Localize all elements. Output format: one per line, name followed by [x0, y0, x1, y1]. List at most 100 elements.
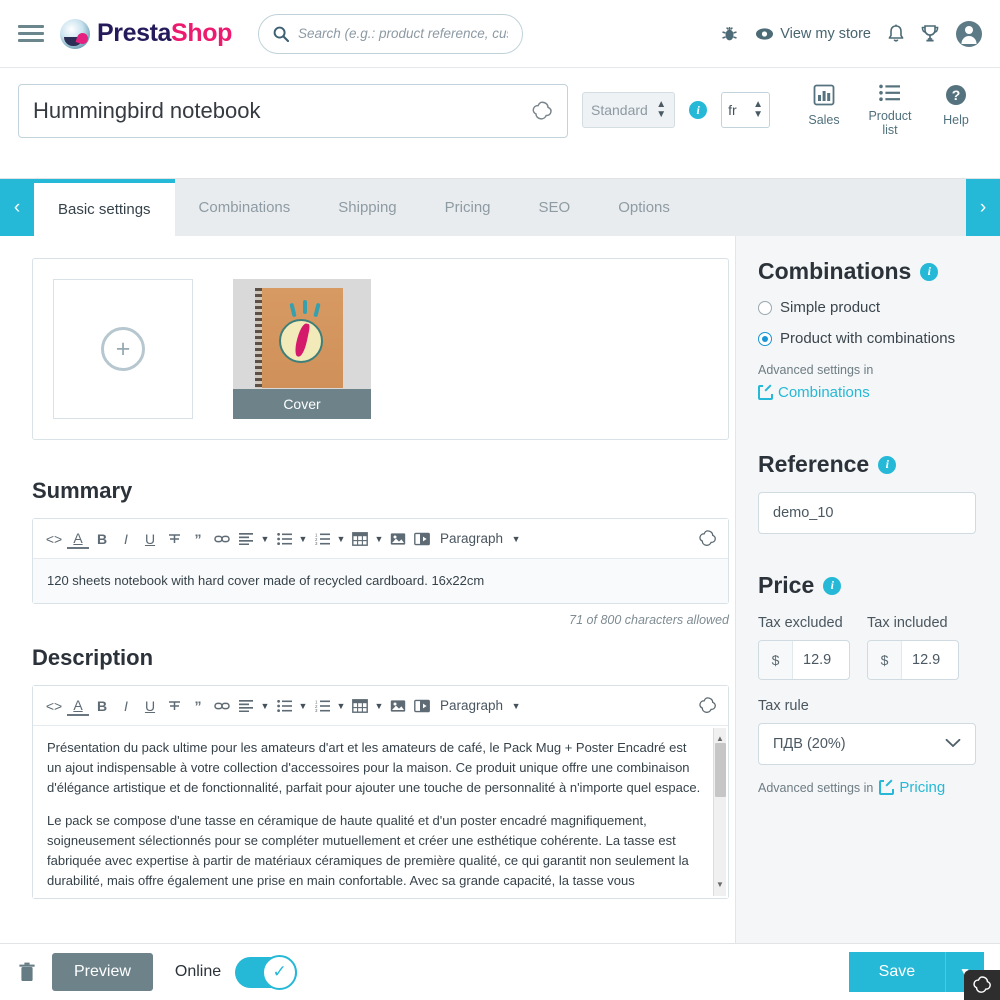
bell-icon[interactable] [888, 24, 904, 43]
video-icon[interactable] [411, 693, 433, 719]
paragraph-format-select[interactable]: Paragraph [435, 526, 508, 552]
save-button[interactable]: Save [848, 952, 946, 992]
chevron-down-icon[interactable]: ▼ [510, 693, 522, 719]
chevron-down-icon[interactable]: ▼ [297, 693, 309, 719]
source-code-icon[interactable]: <> [43, 693, 65, 719]
preview-button[interactable]: Preview [52, 953, 153, 991]
scrollbar-thumb[interactable] [715, 743, 726, 797]
chevron-down-icon[interactable]: ▼ [373, 526, 385, 552]
tax-included-input[interactable]: $ 12.9 [867, 640, 959, 680]
radio-simple-product-input[interactable] [758, 300, 772, 315]
trash-icon[interactable] [16, 960, 38, 984]
radio-product-with-combinations-input[interactable] [758, 331, 772, 346]
add-image-button[interactable]: + [53, 279, 193, 419]
product-name-input[interactable]: Hummingbird notebook [18, 84, 568, 138]
sparkle-icon[interactable] [696, 526, 718, 552]
bullet-list-icon[interactable] [273, 526, 295, 552]
tax-excluded-label: Tax excluded [758, 615, 843, 631]
video-icon[interactable] [411, 526, 433, 552]
underline-icon[interactable]: U [139, 693, 161, 719]
tax-rule-select[interactable]: ПДВ (20%) [758, 723, 976, 765]
tabs-prev-button[interactable]: ‹ [0, 179, 34, 236]
sparkle-icon[interactable] [696, 693, 718, 719]
link-icon[interactable] [211, 693, 233, 719]
numbered-list-icon[interactable]: 123 [311, 693, 333, 719]
numbered-list-icon[interactable]: 123 [311, 526, 333, 552]
tab-seo[interactable]: SEO [515, 179, 595, 236]
tab-combinations[interactable]: Combinations [175, 179, 315, 236]
bold-icon[interactable]: B [91, 526, 113, 552]
chevron-down-icon[interactable]: ▼ [510, 526, 522, 552]
tab-pricing[interactable]: Pricing [421, 179, 515, 236]
strikethrough-icon[interactable] [163, 526, 185, 552]
combinations-link[interactable]: Combinations [758, 383, 870, 401]
image-icon[interactable] [387, 526, 409, 552]
chevron-down-icon[interactable]: ▼ [373, 693, 385, 719]
chevron-down-icon[interactable]: ▼ [259, 693, 271, 719]
image-icon[interactable] [387, 693, 409, 719]
scroll-down-icon[interactable]: ▼ [716, 875, 724, 895]
pricing-link[interactable]: Pricing [879, 778, 945, 796]
chevron-down-icon[interactable]: ▼ [335, 526, 347, 552]
left-column: + Cover Summary <> A B I U ” ▼ ▼ 1 2 3 ▼… [0, 236, 735, 981]
chevron-down-icon[interactable]: ▼ [335, 693, 347, 719]
reference-info-icon[interactable]: i [878, 455, 897, 474]
view-my-store-button[interactable]: View my store [755, 26, 871, 42]
tab-shipping[interactable]: Shipping [314, 179, 420, 236]
bold-icon[interactable]: B [91, 693, 113, 719]
underline-icon[interactable]: U [139, 526, 161, 552]
blockquote-icon[interactable]: ” [187, 526, 209, 552]
source-code-icon[interactable]: <> [43, 526, 65, 552]
chevron-down-icon[interactable]: ▼ [259, 526, 271, 552]
user-avatar-icon[interactable] [956, 20, 982, 47]
radio-product-with-combinations[interactable]: Product with combinations [758, 330, 976, 347]
align-icon[interactable] [235, 526, 257, 552]
chevron-down-icon[interactable]: ▼ [297, 526, 309, 552]
tax-excluded-input[interactable]: $ 12.9 [758, 640, 850, 680]
tab-list: Basic settings Combinations Shipping Pri… [34, 179, 966, 236]
paragraph-format-select[interactable]: Paragraph [435, 693, 508, 719]
help-button[interactable]: ? Help [930, 84, 982, 137]
text-color-icon[interactable]: A [67, 529, 89, 549]
italic-icon[interactable]: I [115, 693, 137, 719]
reference-input[interactable]: demo_10 [758, 492, 976, 534]
tab-options[interactable]: Options [594, 179, 694, 236]
bullet-list-icon[interactable] [273, 693, 295, 719]
reference-heading: Reference i [758, 451, 976, 478]
description-scrollbar[interactable]: ▲ ▼ [713, 728, 726, 896]
description-text[interactable]: Présentation du pack ultime pour les ama… [33, 726, 728, 898]
bug-icon[interactable] [721, 25, 738, 43]
combinations-info-icon[interactable]: i [920, 262, 939, 281]
product-image-thumbnail[interactable]: Cover [233, 279, 371, 419]
summary-editor-toolbar: <> A B I U ” ▼ ▼ 123 ▼ ▼ Paragraph ▼ [33, 519, 728, 559]
table-icon[interactable] [349, 693, 371, 719]
strikethrough-icon[interactable] [163, 693, 185, 719]
summary-editor[interactable]: <> A B I U ” ▼ ▼ 123 ▼ ▼ Paragraph ▼ 120… [32, 518, 729, 604]
sparkle-icon[interactable] [531, 100, 553, 122]
blockquote-icon[interactable]: ” [187, 693, 209, 719]
tab-label: Options [618, 199, 670, 216]
trophy-icon[interactable] [921, 24, 939, 43]
hamburger-icon[interactable] [18, 21, 44, 46]
online-toggle[interactable]: ✓ [235, 954, 298, 990]
tax-excluded-group: Tax excluded $ 12.9 [758, 613, 850, 680]
description-editor[interactable]: <> A B I U ” ▼ ▼ 123 ▼ ▼ Paragraph ▼ Pré… [32, 685, 729, 899]
language-select[interactable]: fr ▲ ▼ [721, 92, 770, 128]
tab-basic-settings[interactable]: Basic settings [34, 179, 175, 236]
text-color-icon[interactable]: A [67, 696, 89, 716]
search-input[interactable]: Search (e.g.: product reference, custon [257, 13, 523, 54]
table-icon[interactable] [349, 526, 371, 552]
link-icon[interactable] [211, 526, 233, 552]
radio-simple-product[interactable]: Simple product [758, 299, 976, 316]
sales-button[interactable]: Sales [798, 84, 850, 137]
italic-icon[interactable]: I [115, 526, 137, 552]
tab-label: Combinations [198, 199, 291, 216]
summary-text[interactable]: 120 sheets notebook with hard cover made… [33, 559, 728, 603]
align-icon[interactable] [235, 693, 257, 719]
prestashop-logo[interactable]: PrestaShop [60, 18, 232, 49]
product-type-select[interactable]: Standard ▲ ▼ [582, 92, 676, 128]
price-info-icon[interactable]: i [823, 576, 842, 595]
tabs-next-button[interactable]: › [966, 179, 1000, 236]
product-list-button[interactable]: Product list [864, 84, 916, 137]
product-type-info-icon[interactable]: i [689, 101, 708, 119]
